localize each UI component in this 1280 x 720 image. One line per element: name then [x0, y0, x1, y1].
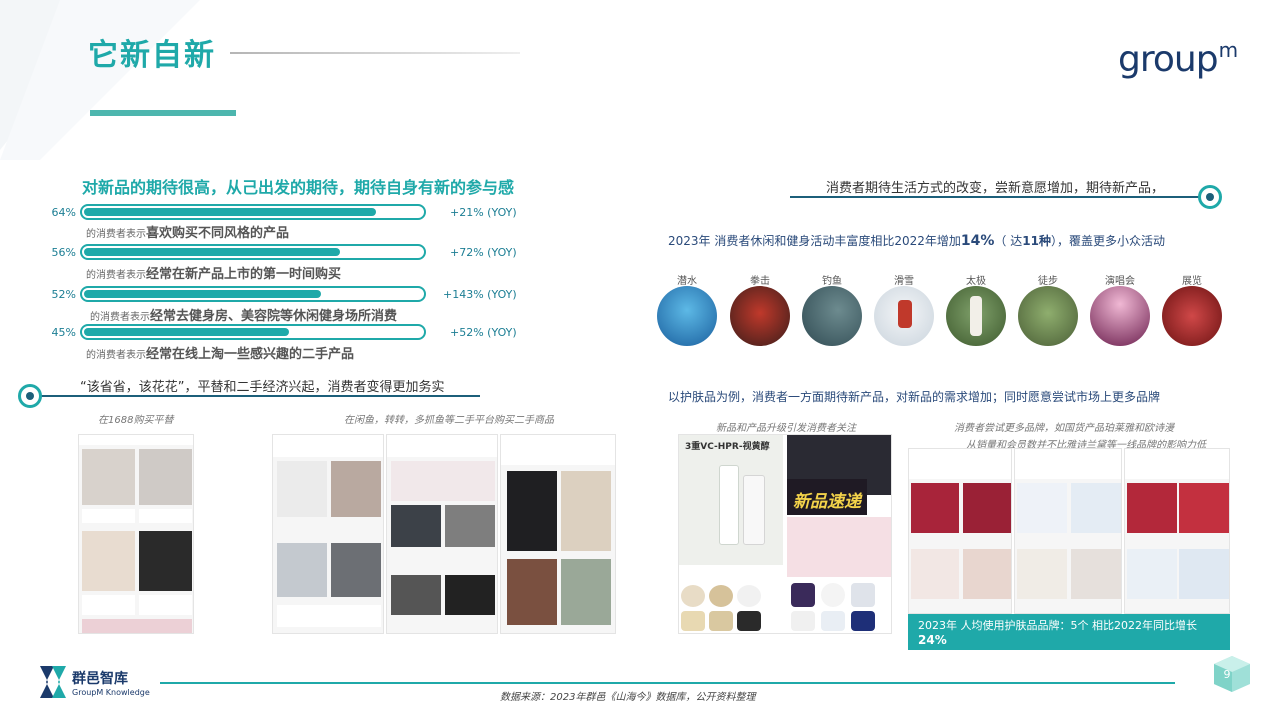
boxing-photo — [730, 286, 790, 346]
screenshot-1688 — [78, 434, 194, 634]
exhibition-photo — [1162, 286, 1222, 346]
page-title: 它新自新 — [88, 38, 216, 73]
page-number: 9 — [1223, 668, 1231, 681]
fishing-photo — [802, 286, 862, 346]
activity-label: 钓鱼 — [822, 276, 842, 287]
screenshot-zhuanzhuan — [386, 434, 498, 634]
caption-brands: 消费者尝试更多品牌，如国货产品珀莱雅和欧诗漫 — [954, 423, 1174, 434]
activity-label: 拳击 — [750, 276, 770, 287]
stat-description: 的消费者表示喜欢购买不同风格的产品 — [86, 226, 290, 241]
stat-bar — [80, 204, 426, 220]
groupm-knowledge-logo-icon — [40, 666, 66, 698]
product-headline: 3重VC-HPR-视黄醇 — [685, 442, 770, 452]
stat-percent: 45% — [51, 326, 76, 339]
timeline-node-icon — [18, 384, 42, 408]
diving-photo — [657, 286, 717, 346]
skincare-line: 以护肤品为例，消费者一方面期待新产品，对新品的需求增加；同时愿意尝试市场上更多品… — [668, 390, 1161, 404]
screenshot-brand-c — [1124, 448, 1230, 614]
stat-description: 的消费者表示经常在线上淘一些感兴趣的二手产品 — [86, 347, 355, 362]
data-source: 数据来源：2023年群邑《山海今》数据库，公开资料整理 — [500, 692, 756, 703]
stat-yoy: +21% (YOY) — [450, 206, 517, 219]
lifestyle-heading: 消费者期待生活方式的改变，尝新意愿增加，期待新产品， — [826, 181, 1165, 196]
section-underline — [40, 395, 480, 397]
footer-divider — [160, 682, 1175, 684]
caption-secondhand: 在闲鱼，转转，多抓鱼等二手平台购买二手商品 — [344, 415, 554, 426]
section-underline — [790, 196, 1206, 198]
stat-bar-fill — [84, 290, 321, 298]
stat-description: 的消费者表示经常在新产品上市的第一时间购买 — [86, 267, 342, 282]
groupm-logo: groupm — [1118, 38, 1238, 80]
timeline-node-icon — [1198, 185, 1222, 209]
new-product-collage: 3重VC-HPR-视黄醇 新品速递 — [678, 434, 892, 634]
caption-new-product: 新品和产品升级引发消费者关注 — [716, 423, 856, 434]
activity-label: 太极 — [966, 276, 986, 287]
corner-decoration — [0, 0, 200, 160]
stat-description: 的消费者表示经常去健身房、美容院等休闲健身场所消费 — [90, 309, 398, 324]
stat-bar-fill — [84, 248, 340, 256]
screenshot-duozhuayu — [500, 434, 616, 634]
screenshot-brand-a — [908, 448, 1012, 614]
concert-photo — [1090, 286, 1150, 346]
stat-percent: 56% — [51, 246, 76, 259]
stat-bar-fill — [84, 208, 376, 216]
stat-bar — [80, 244, 426, 260]
left-heading: 对新品的期待很高，从己出发的期待，期待自身有新的参与感 — [82, 178, 515, 197]
activity-intro: 2023年 消费者休闲和健身活动丰富度相比2022年增加14%（ 达11种），覆… — [668, 233, 1165, 249]
stat-bar — [80, 324, 426, 340]
taichi-photo — [946, 286, 1006, 346]
stat-percent: 64% — [51, 206, 76, 219]
pragmatic-heading: “该省省，该花花”，平替和二手经济兴起，消费者变得更加务实 — [80, 380, 445, 395]
activity-label: 潜水 — [677, 276, 697, 287]
stat-percent: 52% — [51, 288, 76, 301]
screenshot-xianyu — [272, 434, 384, 634]
activity-label: 展览 — [1182, 276, 1202, 287]
activity-label: 徒步 — [1038, 276, 1058, 287]
activity-label: 滑雪 — [894, 276, 914, 287]
brand-name: 群邑智库 — [72, 671, 128, 687]
hiking-photo — [1018, 286, 1078, 346]
brand-name-en: GroupM Knowledge — [72, 688, 150, 697]
title-divider — [230, 52, 520, 54]
screenshot-brand-b — [1014, 448, 1122, 614]
brand-count-banner: 2023年 人均使用护肤品品牌：5个 相比2022年同比增长24% — [908, 614, 1230, 650]
skiing-photo — [874, 286, 934, 346]
activity-label: 演唱会 — [1105, 276, 1135, 287]
new-product-tag: 新品速递 — [793, 492, 861, 512]
stat-bar — [80, 286, 426, 302]
title-accent-bar — [90, 110, 236, 116]
stat-yoy: +143% (YOY) — [443, 288, 517, 301]
caption-1688: 在1688购买平替 — [98, 415, 174, 426]
stat-bar-fill — [84, 328, 289, 336]
stat-yoy: +72% (YOY) — [450, 246, 517, 259]
stat-yoy: +52% (YOY) — [450, 326, 517, 339]
